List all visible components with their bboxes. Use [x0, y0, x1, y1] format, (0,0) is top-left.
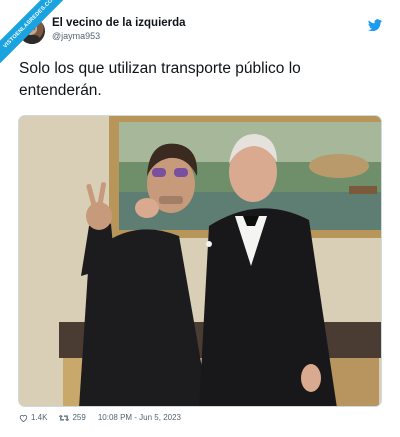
- tweet-photo[interactable]: [18, 115, 382, 407]
- tweet-footer: 1.4K 259 10:08 PM - Jun 5, 2023: [19, 413, 181, 422]
- author-name[interactable]: El vecino de la izquierda: [52, 17, 186, 29]
- retweet-icon[interactable]: [59, 414, 70, 422]
- like-count: 1.4K: [31, 413, 48, 422]
- twitter-bird-icon[interactable]: [368, 18, 382, 32]
- timestamp[interactable]: 10:08 PM - Jun 5, 2023: [98, 413, 181, 422]
- author-handle[interactable]: @jayma953: [52, 31, 100, 41]
- retweet-count: 259: [72, 413, 86, 422]
- tweet-text: Solo los que utilizan transporte público…: [19, 60, 301, 99]
- tweet-card: VISTOENLASREDES.COM El vecino de la izqu…: [0, 0, 400, 437]
- heart-icon[interactable]: [19, 414, 28, 422]
